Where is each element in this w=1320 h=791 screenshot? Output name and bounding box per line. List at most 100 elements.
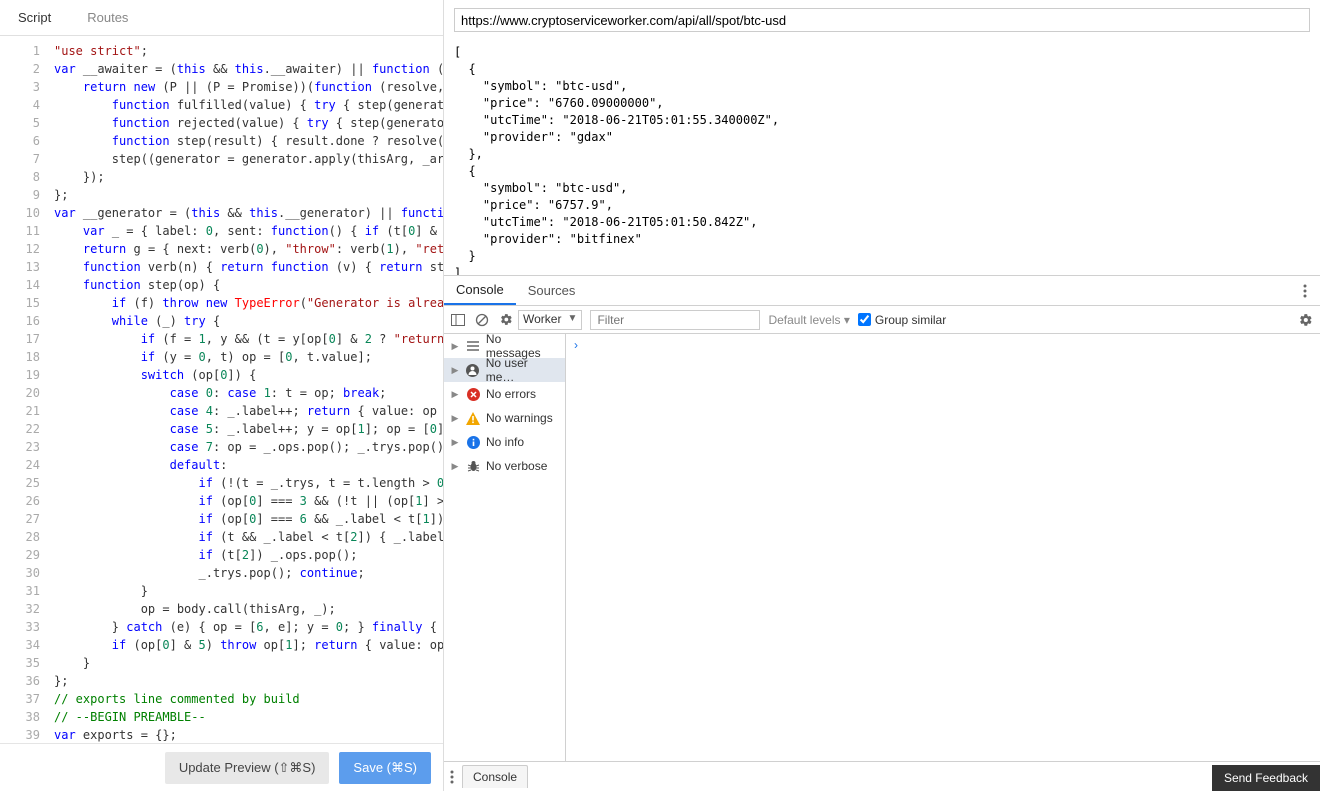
code-area[interactable]: "use strict";var __awaiter = (this && th… xyxy=(48,36,443,743)
code-line[interactable]: return g = { next: verb(0), "throw": ver… xyxy=(54,240,443,258)
code-line[interactable]: }; xyxy=(54,186,443,204)
code-line[interactable]: // exports line commented by build xyxy=(54,690,443,708)
code-line[interactable]: var __generator = (this && this.__genera… xyxy=(54,204,443,222)
code-line[interactable]: case 5: _.label++; y = op[1]; op = [0] xyxy=(54,420,443,438)
devtools-kebab-icon[interactable] xyxy=(1290,276,1320,305)
line-number: 4 xyxy=(0,96,40,114)
context-select[interactable]: Worker ▼ xyxy=(518,310,582,330)
drawer-tab-console[interactable]: Console xyxy=(462,765,528,788)
code-line[interactable]: case 0: case 1: t = op; break; xyxy=(54,384,443,402)
code-line[interactable]: }); xyxy=(54,168,443,186)
devtools-tab-sources[interactable]: Sources xyxy=(516,276,588,305)
clear-console-icon[interactable] xyxy=(474,312,490,328)
line-number: 3 xyxy=(0,78,40,96)
console-settings-icon[interactable] xyxy=(1298,312,1314,328)
line-number: 2 xyxy=(0,60,40,78)
code-line[interactable]: var exports = {}; xyxy=(54,726,443,743)
console-filter-warn[interactable]: ▶No warnings xyxy=(444,406,565,430)
code-line[interactable]: case 4: _.label++; return { value: op xyxy=(54,402,443,420)
line-number: 12 xyxy=(0,240,40,258)
url-bar-row xyxy=(444,0,1320,40)
code-line[interactable]: if (op[0] & 5) throw op[1]; return { val… xyxy=(54,636,443,654)
console-filter-info[interactable]: ▶No info xyxy=(444,430,565,454)
code-line[interactable]: if (t && _.label < t[2]) { _.label xyxy=(54,528,443,546)
tab-routes[interactable]: Routes xyxy=(69,0,146,36)
console-filter-bug[interactable]: ▶No verbose xyxy=(444,454,565,478)
editor-pane: Script Routes 12345678910111213141516171… xyxy=(0,0,444,791)
expand-arrow-icon: ▶ xyxy=(450,437,460,448)
code-line[interactable]: var _ = { label: 0, sent: function() { i… xyxy=(54,222,443,240)
code-line[interactable]: if (op[0] === 3 && (!t || (op[1] > xyxy=(54,492,443,510)
console-body: ▶No messages▶No user me…▶No errors▶No wa… xyxy=(444,334,1320,761)
console-filter-list[interactable]: ▶No messages xyxy=(444,334,565,358)
line-number: 27 xyxy=(0,510,40,528)
line-number: 10 xyxy=(0,204,40,222)
code-line[interactable]: if (f) throw new TypeError("Generator is… xyxy=(54,294,443,312)
console-filter-user[interactable]: ▶No user me… xyxy=(444,358,565,382)
line-number: 8 xyxy=(0,168,40,186)
code-line[interactable]: var __awaiter = (this && this.__awaiter)… xyxy=(54,60,443,78)
url-input[interactable] xyxy=(454,8,1310,32)
group-similar-input[interactable] xyxy=(858,313,871,326)
console-filter-input[interactable] xyxy=(590,310,760,330)
expand-arrow-icon: ▶ xyxy=(450,341,460,352)
info-icon xyxy=(466,435,480,449)
toggle-sidebar-icon[interactable] xyxy=(450,312,466,328)
line-number: 23 xyxy=(0,438,40,456)
tab-script[interactable]: Script xyxy=(0,0,69,36)
editor-footer: Update Preview (⇧⌘S) Save (⌘S) xyxy=(0,743,443,791)
update-preview-button[interactable]: Update Preview (⇧⌘S) xyxy=(165,752,330,784)
code-line[interactable]: while (_) try { xyxy=(54,312,443,330)
code-line[interactable]: function step(result) { result.done ? re… xyxy=(54,132,443,150)
response-body: [ { "symbol": "btc-usd", "price": "6760.… xyxy=(444,40,1320,275)
code-line[interactable]: } catch (e) { op = [6, e]; y = 0; } fina… xyxy=(54,618,443,636)
code-line[interactable]: function verb(n) { return function (v) {… xyxy=(54,258,443,276)
code-line[interactable]: if (t[2]) _.ops.pop(); xyxy=(54,546,443,564)
line-number: 33 xyxy=(0,618,40,636)
line-number: 32 xyxy=(0,600,40,618)
code-line[interactable]: function step(op) { xyxy=(54,276,443,294)
line-number: 14 xyxy=(0,276,40,294)
expand-arrow-icon: ▶ xyxy=(450,365,460,376)
code-line[interactable]: }; xyxy=(54,672,443,690)
code-line[interactable]: return new (P || (P = Promise))(function… xyxy=(54,78,443,96)
expand-arrow-icon: ▶ xyxy=(450,413,460,424)
send-feedback-button[interactable]: Send Feedback xyxy=(1212,765,1320,791)
code-line[interactable]: default: xyxy=(54,456,443,474)
code-line[interactable]: if (op[0] === 6 && _.label < t[1]) xyxy=(54,510,443,528)
console-filter-error[interactable]: ▶No errors xyxy=(444,382,565,406)
code-line[interactable]: step((generator = generator.apply(thisAr… xyxy=(54,150,443,168)
line-number: 7 xyxy=(0,150,40,168)
code-line[interactable]: function rejected(value) { try { step(ge… xyxy=(54,114,443,132)
code-line[interactable]: "use strict"; xyxy=(54,42,443,60)
code-line[interactable]: // --BEGIN PREAMBLE-- xyxy=(54,708,443,726)
line-number: 26 xyxy=(0,492,40,510)
user-icon xyxy=(466,363,480,377)
line-number: 21 xyxy=(0,402,40,420)
drawer-kebab-icon[interactable] xyxy=(450,770,454,784)
code-line[interactable]: if (!(t = _.trys, t = t.length > 0 xyxy=(54,474,443,492)
group-similar-checkbox[interactable]: Group similar xyxy=(858,313,946,327)
code-line[interactable]: } xyxy=(54,582,443,600)
code-line[interactable]: } xyxy=(54,654,443,672)
save-button[interactable]: Save (⌘S) xyxy=(339,752,431,784)
line-number: 25 xyxy=(0,474,40,492)
log-levels-select[interactable]: Default levels ▾ xyxy=(768,313,849,327)
list-icon xyxy=(466,339,480,353)
line-number: 29 xyxy=(0,546,40,564)
code-line[interactable]: if (y = 0, t) op = [0, t.value]; xyxy=(54,348,443,366)
group-similar-label: Group similar xyxy=(875,313,946,327)
code-line[interactable]: function fulfilled(value) { try { step(g… xyxy=(54,96,443,114)
code-editor[interactable]: 1234567891011121314151617181920212223242… xyxy=(0,36,443,743)
code-line[interactable]: _.trys.pop(); continue; xyxy=(54,564,443,582)
console-main[interactable]: › xyxy=(566,334,1320,761)
devtools-tab-console[interactable]: Console xyxy=(444,276,516,305)
line-number: 31 xyxy=(0,582,40,600)
line-number: 30 xyxy=(0,564,40,582)
line-number: 6 xyxy=(0,132,40,150)
code-line[interactable]: op = body.call(thisArg, _); xyxy=(54,600,443,618)
code-line[interactable]: case 7: op = _.ops.pop(); _.trys.pop() xyxy=(54,438,443,456)
code-line[interactable]: switch (op[0]) { xyxy=(54,366,443,384)
context-select-label: Worker xyxy=(523,312,561,326)
code-line[interactable]: if (f = 1, y && (t = y[op[0] & 2 ? "retu… xyxy=(54,330,443,348)
